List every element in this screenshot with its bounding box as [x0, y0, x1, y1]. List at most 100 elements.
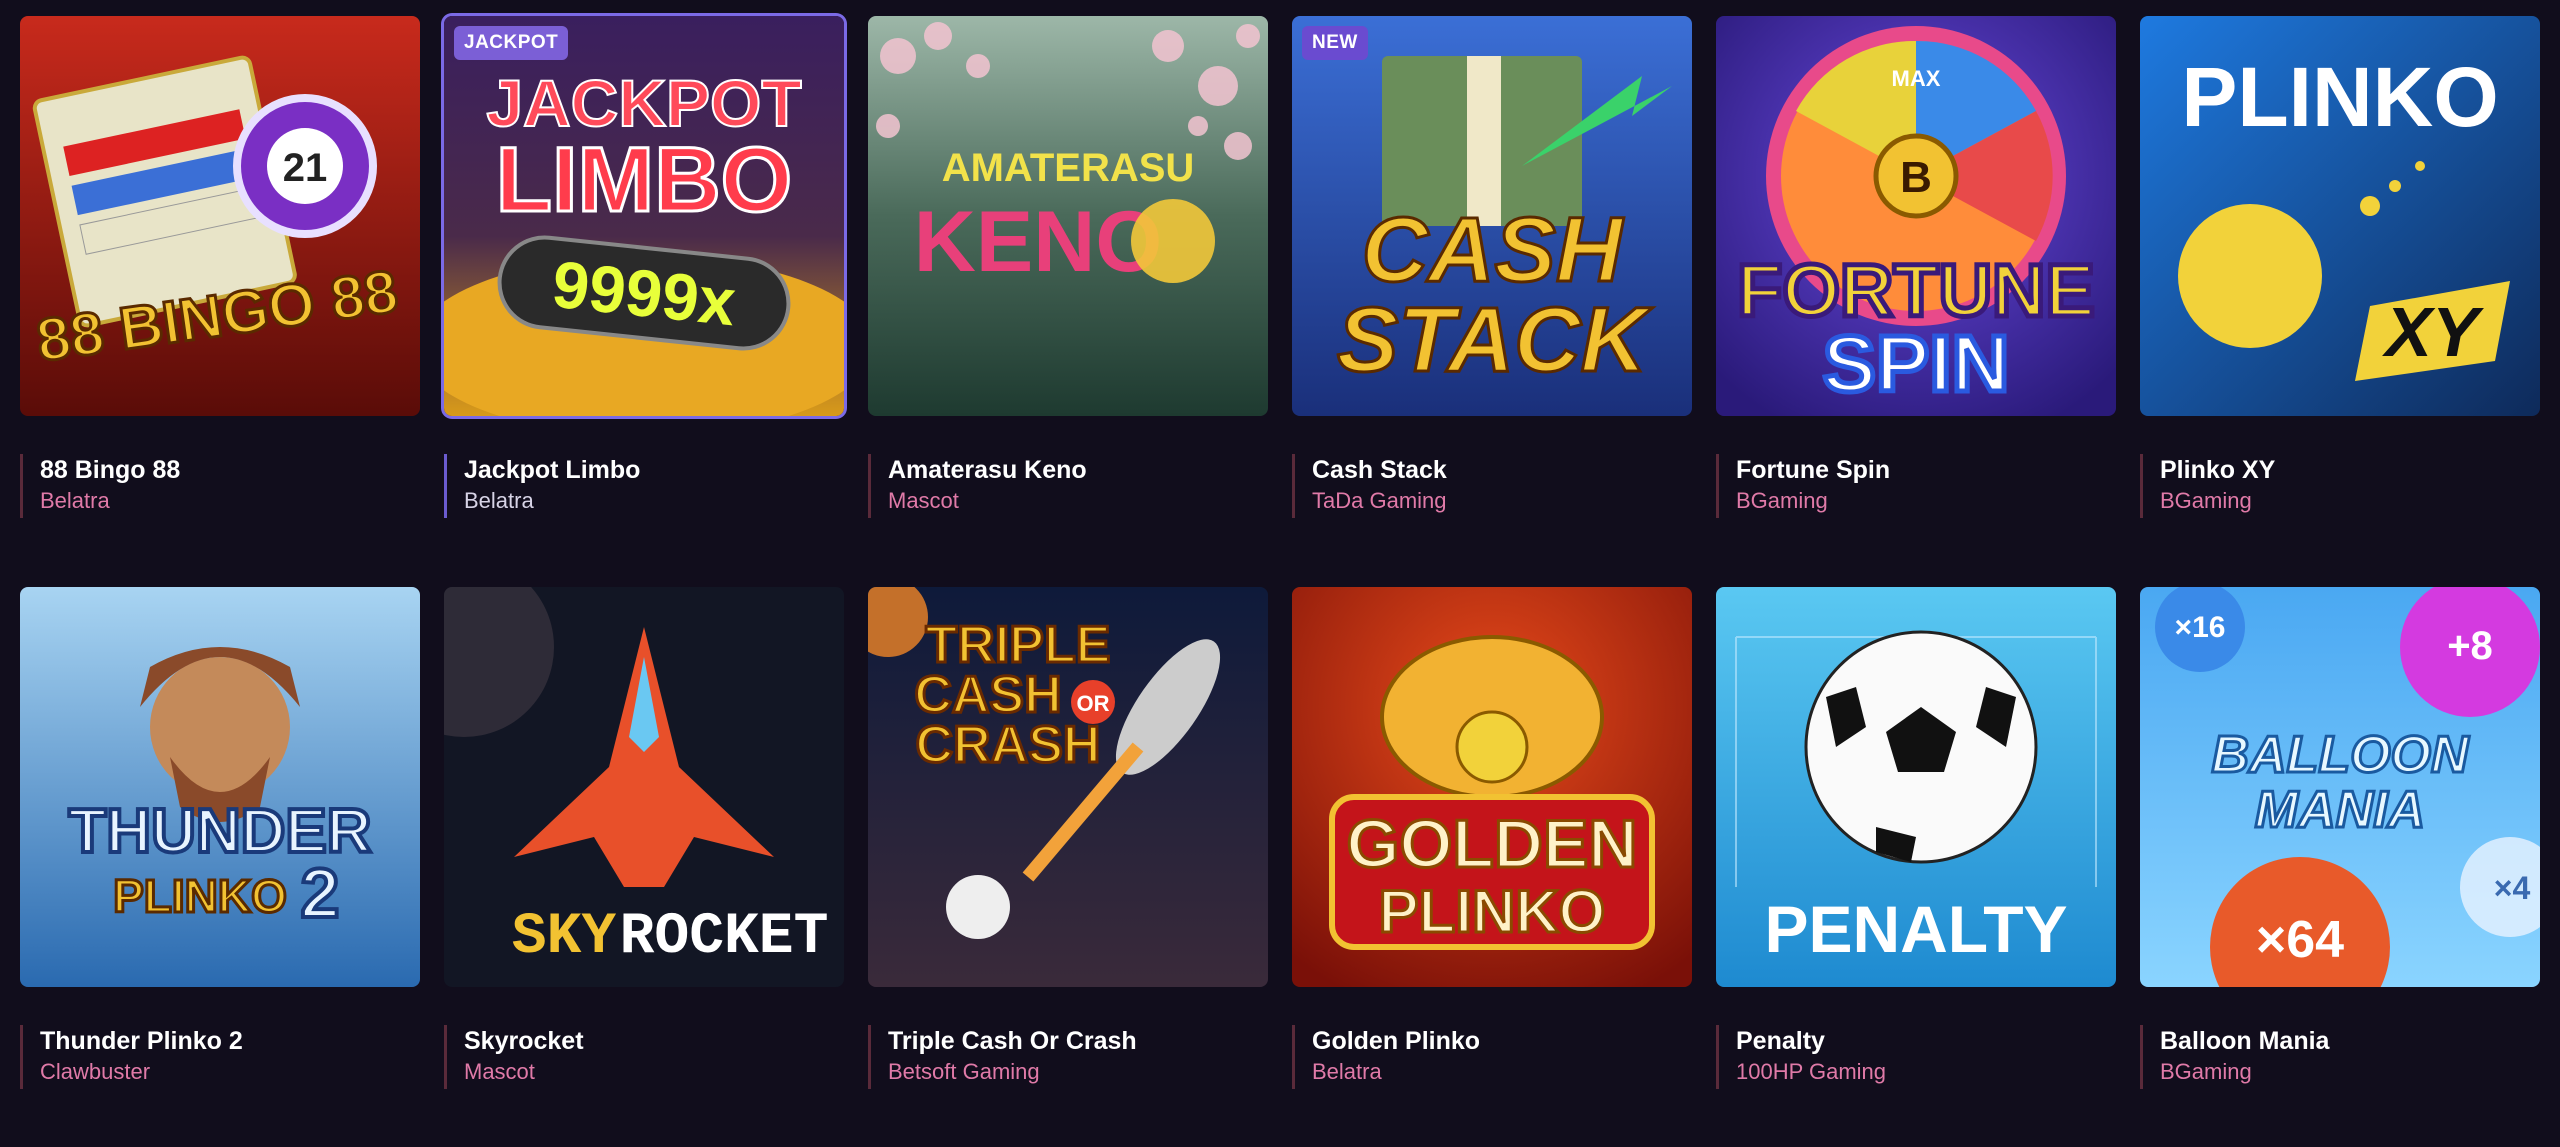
- art-title-1: PENALTY: [1764, 892, 2067, 966]
- game-title[interactable]: Golden Plinko: [1312, 1025, 1692, 1057]
- game-card-88-bingo-88[interactable]: 21 88 BINGO 88 88 Bingo 88 Belatra: [20, 16, 420, 587]
- game-provider[interactable]: Mascot: [464, 1057, 844, 1087]
- game-thumbnail[interactable]: SKY ROCKET: [444, 587, 844, 987]
- game-card-golden-plinko[interactable]: GOLDEN PLINKO Golden Plinko Belatra: [1292, 587, 1692, 1147]
- game-card-penalty[interactable]: PENALTY Penalty 100HP Gaming: [1716, 587, 2116, 1147]
- game-meta: Skyrocket Mascot: [444, 1025, 844, 1089]
- game-card-amaterasu-keno[interactable]: AMATERASU KENO Amaterasu Keno Mascot: [868, 16, 1268, 587]
- game-card-skyrocket[interactable]: SKY ROCKET Skyrocket Mascot: [444, 587, 844, 1147]
- game-provider[interactable]: Mascot: [888, 486, 1268, 516]
- game-thumbnail[interactable]: GOLDEN PLINKO: [1292, 587, 1692, 987]
- game-meta: 88 Bingo 88 Belatra: [20, 454, 420, 518]
- game-thumbnail[interactable]: PENALTY: [1716, 587, 2116, 987]
- game-meta: Jackpot Limbo Belatra: [444, 454, 844, 518]
- art-title-2: PLINKO: [1379, 878, 1606, 945]
- game-meta: Plinko XY BGaming: [2140, 454, 2540, 518]
- art-title-3: 2: [301, 854, 340, 932]
- game-card-triple-cash-or-crash[interactable]: TRIPLE CASH OR CRASH Triple Cash Or Cras…: [868, 587, 1268, 1147]
- game-meta: Thunder Plinko 2 Clawbuster: [20, 1025, 420, 1089]
- game-title[interactable]: Fortune Spin: [1736, 454, 2116, 486]
- game-title[interactable]: Triple Cash Or Crash: [888, 1025, 1268, 1057]
- game-title[interactable]: 88 Bingo 88: [40, 454, 420, 486]
- game-title[interactable]: Thunder Plinko 2: [40, 1025, 420, 1057]
- art-title-2: ROCKET: [620, 905, 829, 970]
- art-title-1: BALLOON: [2211, 726, 2470, 784]
- game-thumbnail[interactable]: PLINKO XY: [2140, 16, 2540, 416]
- game-card-jackpot-limbo[interactable]: JACKPOT LIMBO 9999x JACKPOT Jackpot Limb…: [444, 16, 844, 587]
- game-thumbnail[interactable]: TRIPLE CASH OR CRASH: [868, 587, 1268, 987]
- art-title-1: GOLDEN: [1347, 806, 1638, 882]
- game-title[interactable]: Amaterasu Keno: [888, 454, 1268, 486]
- game-thumbnail[interactable]: THUNDER PLINKO 2: [20, 587, 420, 987]
- plinko-xy-art: PLINKO XY: [2140, 16, 2540, 416]
- thunder-plinko-art: THUNDER PLINKO 2: [20, 587, 420, 987]
- balloon-8: +8: [2447, 624, 2493, 668]
- triple-cash-art: TRIPLE CASH OR CRASH: [868, 587, 1268, 987]
- game-thumbnail[interactable]: ×16 +8 BALLOON MANIA ×64 ×4: [2140, 587, 2540, 987]
- balloon-4: ×4: [2494, 870, 2531, 906]
- game-card-plinko-xy[interactable]: PLINKO XY Plinko XY BGaming: [2140, 16, 2540, 587]
- amaterasu-keno-art: AMATERASU KENO: [868, 16, 1268, 416]
- penalty-art: PENALTY: [1716, 587, 2116, 987]
- game-title[interactable]: Penalty: [1736, 1025, 2116, 1057]
- game-title[interactable]: Cash Stack: [1312, 454, 1692, 486]
- games-grid: 21 88 BINGO 88 88 Bingo 88 Belatra JACKP…: [20, 16, 2540, 587]
- game-thumbnail[interactable]: AMATERASU KENO: [868, 16, 1268, 416]
- game-thumbnail[interactable]: 21 88 BINGO 88: [20, 16, 420, 416]
- game-provider[interactable]: Belatra: [1312, 1057, 1692, 1087]
- art-title-1: PLINKO: [2181, 50, 2498, 144]
- art-title-2: PLINKO: [113, 870, 287, 922]
- game-thumbnail[interactable]: JACKPOT LIMBO 9999x JACKPOT: [444, 16, 844, 416]
- game-title[interactable]: Balloon Mania: [2160, 1025, 2540, 1057]
- jackpot-limbo-art: JACKPOT LIMBO 9999x: [444, 16, 844, 416]
- art-title-2: LIMBO: [496, 129, 792, 231]
- art-title-2: XY: [2381, 293, 2484, 371]
- art-title-4: CRASH: [916, 716, 1101, 774]
- art-title-2: STACK: [1337, 289, 1654, 391]
- jackpot-badge: JACKPOT: [454, 26, 569, 60]
- game-provider[interactable]: Belatra: [464, 486, 844, 516]
- game-provider[interactable]: BGaming: [2160, 1057, 2540, 1087]
- game-meta: Fortune Spin BGaming: [1716, 454, 2116, 518]
- game-meta: Cash Stack TaDa Gaming: [1292, 454, 1692, 518]
- game-provider[interactable]: 100HP Gaming: [1736, 1057, 2116, 1087]
- game-provider[interactable]: Clawbuster: [40, 1057, 420, 1087]
- game-thumbnail[interactable]: MAX B FORTUNE SPIN: [1716, 16, 2116, 416]
- new-badge: NEW: [1302, 26, 1368, 60]
- game-provider[interactable]: TaDa Gaming: [1312, 486, 1692, 516]
- game-meta: Balloon Mania BGaming: [2140, 1025, 2540, 1089]
- bingo-art: 21 88 BINGO 88: [20, 16, 420, 416]
- art-title-1: CASH: [1362, 199, 1625, 301]
- art-title-2: KENO: [914, 194, 1162, 290]
- wheel-center: B: [1900, 153, 1932, 202]
- golden-plinko-art: GOLDEN PLINKO: [1292, 587, 1692, 987]
- wheel-max: MAX: [1892, 66, 1941, 91]
- game-card-fortune-spin[interactable]: MAX B FORTUNE SPIN Fortune Spin BGaming: [1716, 16, 2116, 587]
- fortune-spin-art: MAX B FORTUNE SPIN: [1716, 16, 2116, 416]
- game-title[interactable]: Plinko XY: [2160, 454, 2540, 486]
- game-card-balloon-mania[interactable]: ×16 +8 BALLOON MANIA ×64 ×4 Balloon Mani…: [2140, 587, 2540, 1147]
- art-title-2: MANIA: [2255, 781, 2425, 839]
- game-meta: Triple Cash Or Crash Betsoft Gaming: [868, 1025, 1268, 1089]
- game-thumbnail[interactable]: CASH STACK NEW: [1292, 16, 1692, 416]
- ball-number: 21: [283, 146, 328, 190]
- game-provider[interactable]: Betsoft Gaming: [888, 1057, 1268, 1087]
- game-provider[interactable]: BGaming: [2160, 486, 2540, 516]
- balloon-64: ×64: [2256, 911, 2344, 969]
- balloon-mania-art: ×16 +8 BALLOON MANIA ×64 ×4: [2140, 587, 2540, 987]
- game-provider[interactable]: Belatra: [40, 486, 420, 516]
- game-meta: Amaterasu Keno Mascot: [868, 454, 1268, 518]
- art-title-1: AMATERASU: [942, 146, 1195, 190]
- game-card-thunder-plinko-2[interactable]: THUNDER PLINKO 2 Thunder Plinko 2 Clawbu…: [20, 587, 420, 1147]
- game-card-cash-stack[interactable]: CASH STACK NEW Cash Stack TaDa Gaming: [1292, 16, 1692, 587]
- games-grid-row-2: THUNDER PLINKO 2 Thunder Plinko 2 Clawbu…: [20, 587, 2540, 1147]
- skyrocket-art: SKY ROCKET: [444, 587, 844, 987]
- game-title[interactable]: Jackpot Limbo: [464, 454, 844, 486]
- game-title[interactable]: Skyrocket: [464, 1025, 844, 1057]
- game-provider[interactable]: BGaming: [1736, 486, 2116, 516]
- balloon-16: ×16: [2175, 611, 2226, 644]
- game-meta: Golden Plinko Belatra: [1292, 1025, 1692, 1089]
- cash-stack-art: CASH STACK: [1292, 16, 1692, 416]
- art-title-1: SKY: [512, 905, 617, 970]
- art-title-2: SPIN: [1823, 319, 2010, 408]
